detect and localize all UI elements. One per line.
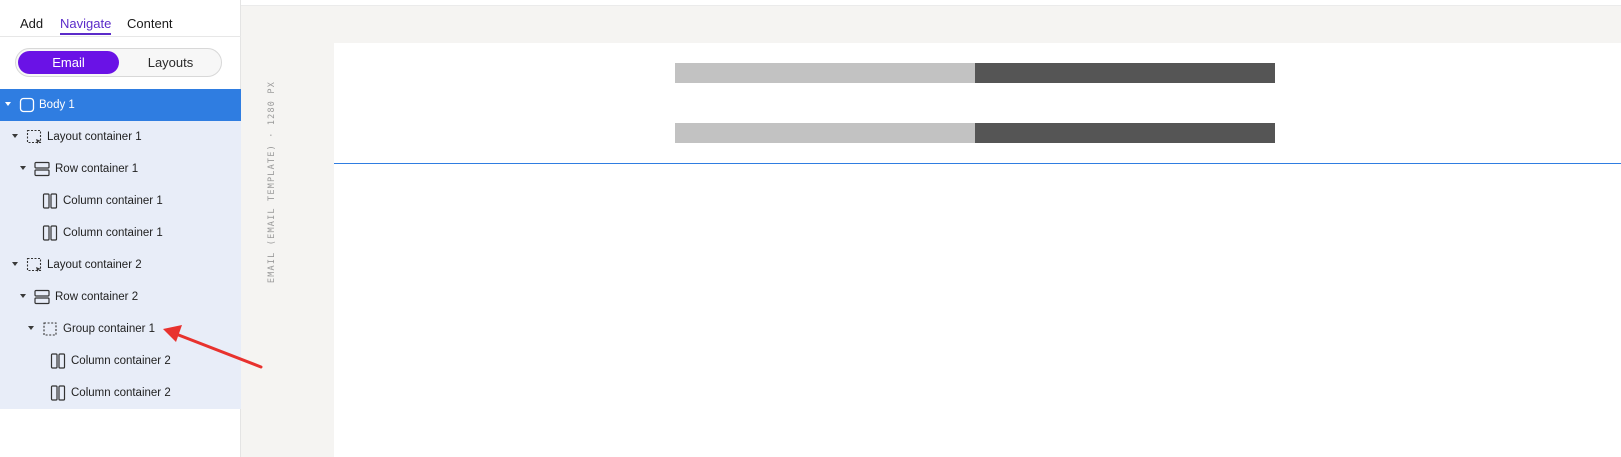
placeholder-column-block[interactable] (975, 123, 1275, 143)
tree-item-label: Column container 2 (71, 355, 171, 367)
tree-item-column-container-2b[interactable]: Column container 2 (0, 377, 241, 409)
tree-item-label: Column container 1 (63, 195, 163, 207)
chevron-down-icon[interactable] (20, 166, 26, 170)
tree-item-label: Row container 2 (55, 291, 139, 303)
chevron-down-icon[interactable] (5, 102, 11, 106)
tab-add[interactable]: Add (20, 15, 43, 32)
sidebar-tabs: Add Navigate Content (0, 0, 241, 37)
tree-item-group-container-1[interactable]: Group container 1 (0, 313, 241, 345)
column-container-icon (42, 193, 58, 209)
tree-item-label: Group container 1 (63, 323, 156, 335)
tree-item-label: Row container 1 (55, 163, 139, 175)
square-icon (19, 97, 35, 113)
chevron-down-icon[interactable] (20, 294, 26, 298)
toggle-layouts-option[interactable]: Layouts (121, 51, 220, 74)
tree-item-layout-container-2[interactable]: Layout container 2 (0, 249, 241, 281)
layout-container-icon (26, 129, 42, 144)
email-layouts-toggle: Email Layouts (15, 48, 222, 77)
tree-item-column-container-2[interactable]: Column container 2 (0, 345, 241, 377)
tree-item-row-container-1[interactable]: Row container 1 (0, 153, 241, 185)
email-canvas[interactable] (334, 43, 1621, 457)
layer-tree: Body 1 Layout container 1 Row container … (0, 89, 241, 409)
tab-content[interactable]: Content (127, 15, 173, 32)
toggle-email-option[interactable]: Email (18, 51, 119, 74)
layout-container-icon (26, 257, 42, 272)
chevron-down-icon[interactable] (28, 326, 34, 330)
navigator-sidebar: Add Navigate Content Email Layouts Body … (0, 0, 241, 457)
tree-item-row-container-2[interactable]: Row container 2 (0, 281, 241, 313)
column-container-icon (42, 225, 58, 241)
selection-boundary-line (334, 163, 1621, 164)
tree-item-layout-container-1[interactable]: Layout container 1 (0, 121, 241, 153)
top-toolbar-strip (241, 0, 1621, 6)
tree-item-label: Body 1 (39, 99, 75, 111)
tab-navigate[interactable]: Navigate (60, 15, 112, 35)
tree-item-column-container-1[interactable]: Column container 1 (0, 185, 241, 217)
chevron-down-icon[interactable] (12, 262, 18, 266)
chevron-down-icon[interactable] (12, 134, 18, 138)
canvas-size-label-text: EMAIL (EMAIL TEMPLATE) · 1280 PX (267, 80, 277, 284)
column-container-icon (50, 385, 66, 401)
canvas-size-label: EMAIL (EMAIL TEMPLATE) · 1280 PX (262, 78, 277, 288)
placeholder-column-block[interactable] (675, 123, 975, 143)
tree-item-label: Layout container 1 (47, 131, 142, 143)
placeholder-column-block[interactable] (975, 63, 1275, 83)
row-container-icon (34, 289, 50, 305)
tree-item-label: Layout container 2 (47, 259, 142, 271)
tree-item-label: Column container 2 (71, 387, 171, 399)
column-container-icon (50, 353, 66, 369)
tree-item-body-1[interactable]: Body 1 (0, 89, 241, 121)
tree-item-label: Column container 1 (63, 227, 163, 239)
tree-item-column-container-1b[interactable]: Column container 1 (0, 217, 241, 249)
row-container-icon (34, 161, 50, 177)
placeholder-column-block[interactable] (675, 63, 975, 83)
group-container-icon (43, 322, 57, 336)
